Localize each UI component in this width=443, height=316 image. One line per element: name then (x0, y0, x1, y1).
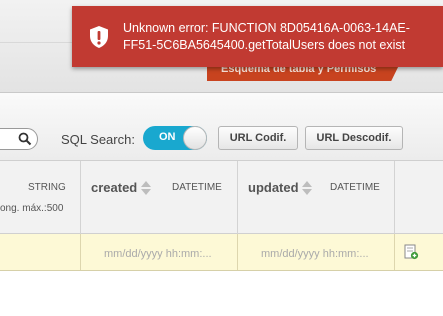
column-type-label: DATETIME (172, 182, 222, 193)
column-header-updated[interactable]: updated (248, 180, 299, 195)
updated-datetime-input[interactable]: mm/dd/yyyy hh:mm:... (261, 248, 369, 260)
error-toast[interactable]: Unknown error: FUNCTION 8D05416A-0063-14… (72, 6, 443, 67)
created-datetime-input[interactable]: mm/dd/yyyy hh:mm:... (104, 248, 212, 260)
column-max-length-label: ong. máx.:500 (0, 203, 64, 214)
search-icon[interactable] (18, 132, 32, 146)
search-input[interactable] (0, 128, 38, 150)
column-type-label: STRING (28, 182, 66, 193)
content-area (0, 271, 443, 316)
error-message: Unknown error: FUNCTION 8D05416A-0063-14… (123, 21, 410, 52)
url-encode-button[interactable]: URL Codif. (218, 126, 298, 150)
column-divider (237, 234, 238, 270)
sql-toggle-label: ON (159, 131, 176, 143)
column-header-created[interactable]: created (91, 180, 137, 195)
grid-header (0, 161, 443, 234)
shield-alert-icon (90, 26, 108, 48)
sort-icon[interactable] (140, 180, 152, 196)
sql-search-toggle[interactable]: ON (143, 126, 207, 150)
column-type-label: DATETIME (330, 182, 380, 193)
url-decode-button[interactable]: URL Descodif. (305, 126, 403, 150)
sql-search-label: SQL Search: (61, 132, 135, 147)
column-divider (394, 234, 395, 270)
add-record-icon[interactable] (403, 244, 419, 260)
column-divider (80, 234, 81, 270)
new-record-row[interactable] (0, 234, 443, 271)
toggle-knob[interactable] (183, 126, 207, 150)
sort-icon[interactable] (301, 180, 313, 196)
